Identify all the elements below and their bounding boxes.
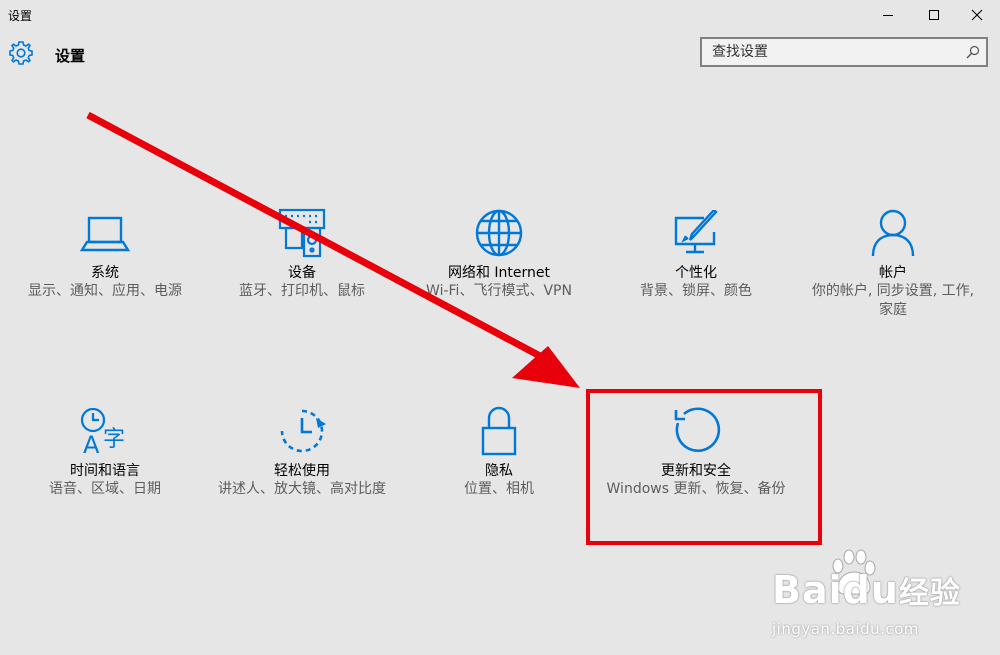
tile-desc: 你的帐户, 同步设置, 工作, 家庭 — [811, 283, 975, 318]
svg-text:字: 字 — [103, 427, 125, 452]
tile-name: 时间和语言 — [70, 463, 140, 479]
baidu-watermark: Baidu经验 jingyan.baidu.com — [772, 548, 992, 648]
tile-system[interactable]: 系统 显示、通知、应用、电源 — [15, 210, 195, 301]
tile-name: 网络和 Internet — [447, 265, 551, 281]
tile-accounts[interactable]: 帐户 你的帐户, 同步设置, 工作, 家庭 — [803, 208, 983, 320]
tile-name: 系统 — [91, 265, 119, 281]
tile-desc: 讲述人、放大镜、高对比度 — [218, 481, 386, 497]
ease-of-access-icon — [280, 409, 326, 453]
tile-ease-of-access[interactable]: 轻松使用 讲述人、放大镜、高对比度 — [212, 406, 392, 499]
tile-network[interactable]: 网络和 Internet Wi-Fi、飞行模式、VPN — [409, 208, 589, 301]
minimize-icon — [883, 15, 893, 16]
tile-name: 帐户 — [879, 265, 907, 281]
tile-name: 个性化 — [675, 265, 717, 281]
gear-icon — [9, 41, 33, 65]
maximize-button[interactable] — [911, 0, 957, 30]
person-icon — [871, 209, 915, 257]
tile-personalization[interactable]: 个性化 背景、锁屏、颜色 — [606, 210, 786, 301]
window-title: 设置 — [8, 9, 33, 23]
settings-gear-button[interactable] — [8, 40, 34, 70]
highlight-box — [586, 389, 822, 545]
tile-desc: 背景、锁屏、颜色 — [640, 283, 752, 299]
globe-icon — [475, 209, 523, 257]
tile-desc: 蓝牙、打印机、鼠标 — [239, 283, 365, 299]
search-box[interactable] — [700, 37, 988, 67]
tile-name: 设备 — [288, 265, 316, 281]
tile-name: 轻松使用 — [274, 463, 330, 479]
title-bar: 设置 — [0, 0, 1000, 30]
tile-name: 隐私 — [485, 463, 513, 479]
tile-desc: 位置、相机 — [464, 481, 534, 497]
tile-desc: 语音、区域、日期 — [49, 481, 161, 497]
tile-desc: Wi-Fi、飞行模式、VPN — [426, 283, 572, 299]
lock-icon — [481, 406, 517, 456]
time-language-icon: A 字 — [80, 407, 125, 456]
svg-text:A: A — [83, 431, 100, 456]
close-icon — [971, 9, 983, 21]
search-icon[interactable] — [966, 45, 980, 59]
maximize-icon — [929, 10, 939, 20]
tile-time-language[interactable]: A 字 时间和语言 语音、区域、日期 — [15, 406, 195, 499]
personalization-icon — [674, 210, 718, 254]
close-button[interactable] — [954, 0, 1000, 30]
watermark-url: jingyan.baidu.com — [772, 620, 919, 638]
watermark-brand: Baidu经验 — [772, 568, 961, 612]
tile-devices[interactable]: 设备 蓝牙、打印机、鼠标 — [212, 208, 392, 301]
tile-desc: 显示、通知、应用、电源 — [28, 283, 182, 299]
laptop-icon — [79, 216, 131, 252]
tile-privacy[interactable]: 隐私 位置、相机 — [409, 406, 589, 499]
minimize-button[interactable] — [865, 0, 911, 30]
devices-icon — [278, 208, 326, 258]
search-input[interactable] — [702, 39, 962, 65]
page-title: 设置 — [55, 47, 86, 65]
